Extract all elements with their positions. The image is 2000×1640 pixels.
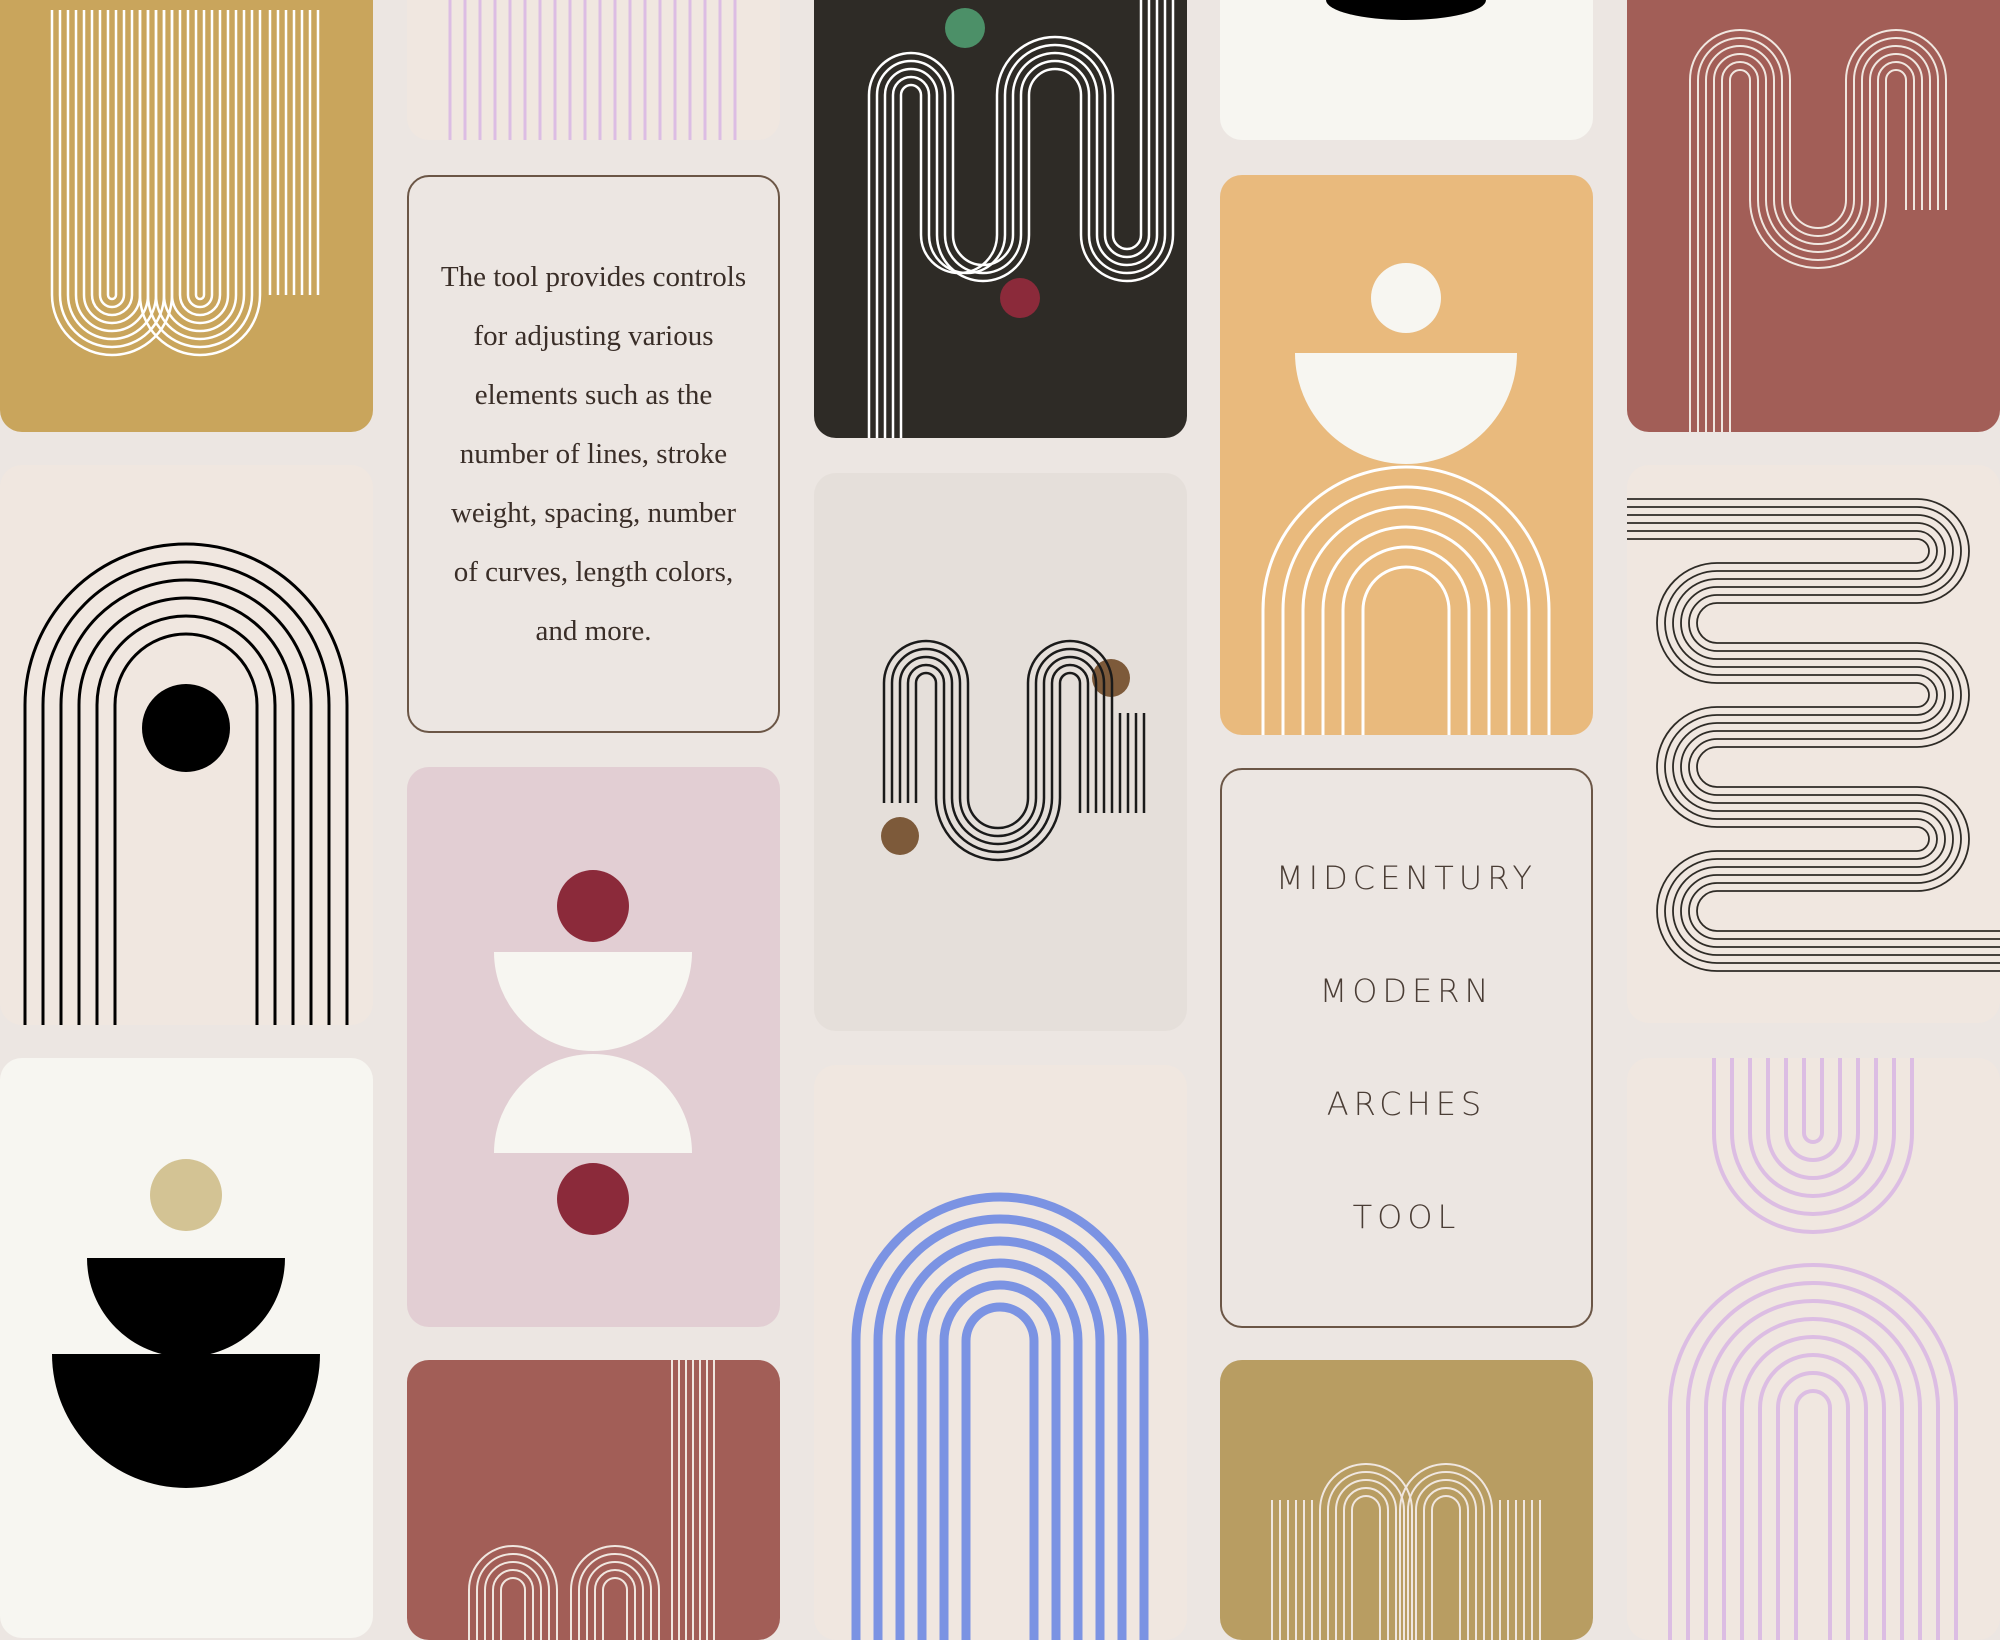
art-card-grey-wave: [814, 473, 1187, 1031]
apricot-arch-illustration: [1261, 263, 1551, 735]
brick-serpentine-illustration: [1689, 29, 1947, 432]
arch-with-sun-illustration: [23, 542, 349, 1025]
small-arches-illustration: [468, 1360, 715, 1640]
art-card-mustard-double-arches: [0, 0, 373, 432]
title-line-4: TOOL: [1352, 1198, 1461, 1236]
brown-dot-left: [881, 817, 919, 855]
title-line-1: MIDCENTURY: [1276, 859, 1537, 897]
art-card-cream-black-arch: [0, 465, 373, 1025]
art-card-lilac-lines-top: [407, 0, 780, 140]
art-card-brick-serpentine: [1627, 0, 2000, 432]
art-card-olive-arches: [1220, 1360, 1593, 1640]
tool-description: The tool provides controls for adjusting…: [440, 260, 747, 647]
burgundy-circle-top: [557, 870, 629, 942]
horizontal-serpentine-illustration: [1627, 498, 2000, 972]
olive-double-arch-illustration: [1271, 1463, 1541, 1640]
lilac-arches-illustration: [1668, 1058, 1958, 1640]
black-sun-circle: [142, 684, 230, 772]
description-card: The tool provides controls for adjusting…: [407, 175, 780, 733]
black-dome-illustration: [1326, 0, 1486, 20]
vertical-lines-illustration: [448, 0, 737, 140]
art-card-cream-horizontal-serpentine: [1627, 465, 2000, 1023]
stacked-bowls-illustration: [52, 1159, 320, 1488]
title-card: MIDCENTURY MODERN ARCHES TOOL: [1220, 768, 1593, 1328]
art-card-offwhite-black-dome: [1220, 0, 1593, 140]
burgundy-dot: [1000, 278, 1040, 318]
art-card-brick-arches-bottom: [407, 1360, 780, 1640]
title-line-3: ARCHES: [1326, 1085, 1487, 1123]
art-card-offwhite-stacked-bowls: [0, 1058, 373, 1638]
art-card-dark-serpentine: [814, 0, 1187, 438]
art-card-cream-lilac-arches: [1627, 1058, 2000, 1640]
art-card-apricot-arch: [1220, 175, 1593, 735]
double-arch-illustration: [50, 10, 320, 357]
title-line-2: MODERN: [1319, 972, 1494, 1010]
serpentine-lines-illustration: [867, 0, 1175, 438]
green-dot: [945, 8, 985, 48]
half-circles-illustration: [494, 870, 692, 1235]
blue-arch-illustration: [851, 1192, 1149, 1640]
burgundy-circle-bottom: [557, 1163, 629, 1235]
art-card-cream-blue-arch: [814, 1065, 1187, 1640]
sand-circle: [150, 1159, 222, 1231]
wave-lines-illustration: [881, 639, 1146, 862]
white-sun-circle: [1371, 263, 1441, 333]
art-card-pink-half-circles: [407, 767, 780, 1327]
